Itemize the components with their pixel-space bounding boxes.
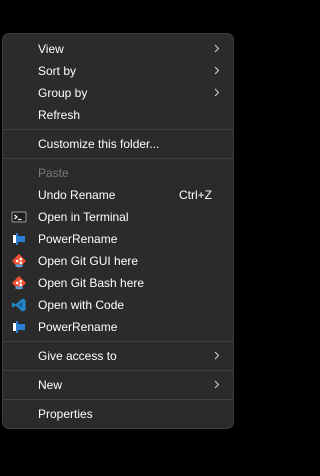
menu-item-customize-folder[interactable]: Customize this folder...: [3, 133, 233, 155]
git-icon: [11, 253, 27, 269]
menu-item-properties[interactable]: Properties: [3, 403, 233, 425]
menu-item-open-in-terminal[interactable]: Open in Terminal: [3, 206, 233, 228]
menu-item-label: Give access to: [38, 349, 117, 363]
menu-item-shortcut: Ctrl+Z: [179, 188, 212, 202]
chevron-right-icon: [214, 88, 220, 97]
menu-item-powerrename[interactable]: PowerRename: [3, 316, 233, 338]
menu-item-label: Open Git Bash here: [38, 276, 145, 290]
context-menu: View Sort by Group by Refresh Customize …: [2, 33, 234, 429]
menu-item-label: Refresh: [38, 108, 81, 122]
menu-item-label: Paste: [38, 166, 69, 180]
menu-item-label: Customize this folder...: [38, 137, 160, 151]
menu-item-sort-by[interactable]: Sort by: [3, 60, 233, 82]
vscode-icon: [12, 298, 26, 312]
menu-item-label: View: [38, 42, 64, 56]
menu-item-paste: Paste: [3, 162, 233, 184]
menu-item-label: Open with Code: [38, 298, 125, 312]
menu-item-give-access[interactable]: Give access to: [3, 345, 233, 367]
menu-separator: [3, 341, 233, 342]
terminal-icon: [11, 211, 27, 223]
menu-item-group-by[interactable]: Group by: [3, 82, 233, 104]
menu-item-label: New: [38, 378, 63, 392]
git-icon: [11, 275, 27, 291]
menu-separator: [3, 129, 233, 130]
powerrename-icon: [13, 321, 25, 333]
menu-item-label: Undo Rename: [38, 188, 116, 202]
menu-item-view[interactable]: View: [3, 38, 233, 60]
menu-item-refresh[interactable]: Refresh: [3, 104, 233, 126]
menu-separator: [3, 399, 233, 400]
chevron-right-icon: [214, 380, 220, 389]
menu-item-label: Open Git GUI here: [38, 254, 139, 268]
chevron-right-icon: [214, 351, 220, 360]
menu-separator: [3, 370, 233, 371]
menu-item-label: Group by: [38, 86, 88, 100]
menu-item-label: PowerRename: [38, 232, 118, 246]
menu-item-undo-rename[interactable]: Undo Rename Ctrl+Z: [3, 184, 233, 206]
chevron-right-icon: [214, 66, 220, 75]
menu-item-label: Open in Terminal: [38, 210, 129, 224]
menu-item-label: PowerRename: [38, 320, 118, 334]
menu-separator: [3, 158, 233, 159]
menu-item-label: Sort by: [38, 64, 77, 78]
menu-item-open-git-gui[interactable]: Open Git GUI here: [3, 250, 233, 272]
chevron-right-icon: [214, 44, 220, 53]
powerrename-icon: [13, 233, 25, 245]
menu-item-label: Properties: [38, 407, 93, 421]
menu-item-powerrename[interactable]: PowerRename: [3, 228, 233, 250]
menu-item-open-git-bash[interactable]: Open Git Bash here: [3, 272, 233, 294]
menu-item-open-with-code[interactable]: Open with Code: [3, 294, 233, 316]
menu-item-new[interactable]: New: [3, 374, 233, 396]
